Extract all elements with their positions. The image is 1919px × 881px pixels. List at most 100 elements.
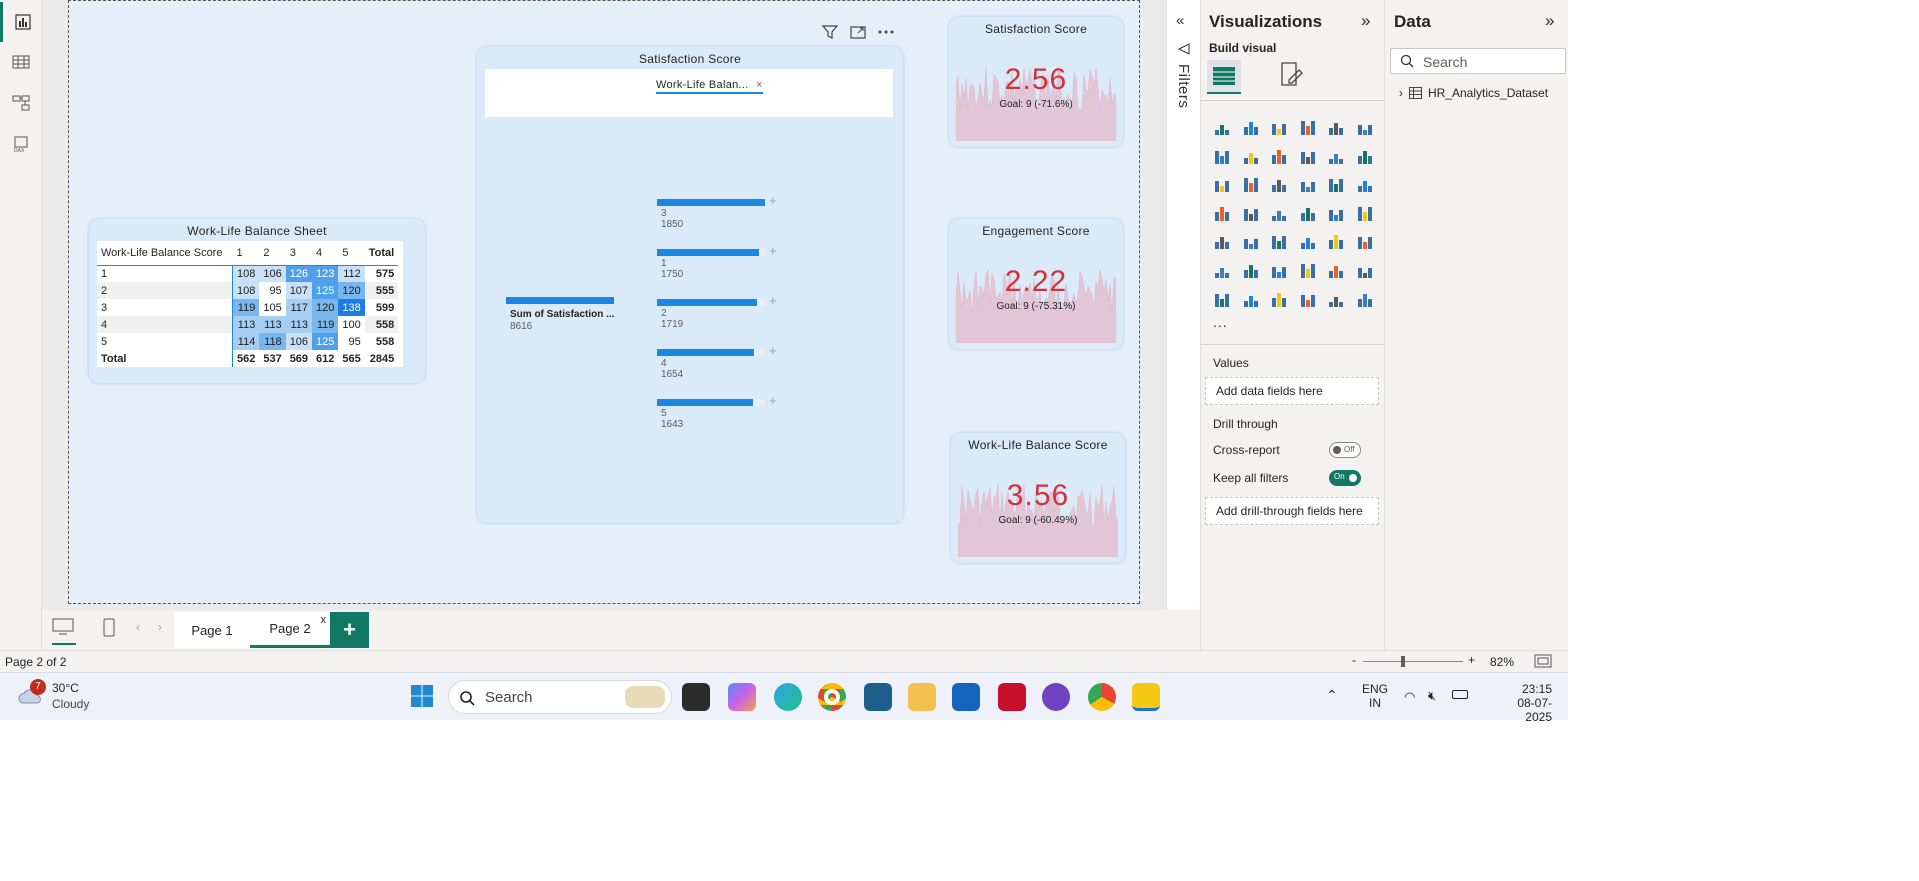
decomposition-tree-icon[interactable] [1268,259,1290,281]
mcafee-icon[interactable] [998,683,1026,711]
multi-row-card-icon[interactable] [1211,230,1233,252]
matrix-row-header[interactable]: 2 [97,282,233,299]
filter-icon[interactable] [821,23,839,44]
waterfall-icon[interactable] [1325,145,1347,167]
donut-icon[interactable] [1354,173,1376,195]
stacked-column-icon[interactable] [1240,116,1262,138]
data-search-input[interactable]: Search [1423,54,1467,70]
kpi-card[interactable]: Work-Life Balance Score 3.56 Goal: 9 (-60.… [951,433,1125,563]
add-page-button[interactable]: + [330,612,369,648]
clustered-bar-icon[interactable] [1268,116,1290,138]
decomp-node-bar[interactable] [657,349,754,356]
funnel-icon[interactable] [1268,173,1290,195]
chevron-right-icon[interactable]: › [1399,86,1403,100]
weather-icon[interactable]: 7 [16,679,46,710]
format-visual-icon[interactable] [1277,60,1305,91]
matrix-cell[interactable]: 100 [338,316,365,333]
matrix-cell[interactable]: 120 [312,299,339,316]
matrix-cell[interactable]: 118 [259,333,286,350]
matrix-cell[interactable]: 125 [312,282,339,299]
clustered-column-icon[interactable] [1297,116,1319,138]
power-automate-icon[interactable] [1268,288,1290,310]
expand-node-icon[interactable]: + [769,243,777,258]
python-icon[interactable] [1211,259,1233,281]
area-icon[interactable] [1240,145,1262,167]
expand-icon[interactable]: » [1361,11,1370,31]
matrix-row-header[interactable]: 3 [97,299,233,316]
scatter-icon[interactable] [1297,173,1319,195]
decomp-node-bar[interactable] [657,299,758,306]
next-page-icon[interactable]: › [158,620,162,634]
file-explorer-icon[interactable] [908,683,936,711]
model-view-icon[interactable] [0,83,42,123]
matrix-column-header[interactable]: 1 [232,241,259,265]
close-icon[interactable]: × [756,79,763,91]
goals-icon[interactable] [1354,288,1376,310]
line-icon[interactable] [1211,145,1233,167]
matrix-cell[interactable]: 106 [259,264,286,282]
collapse-left-icon[interactable]: « [1176,12,1184,29]
kpi-card[interactable]: Satisfaction Score 2.56 Goal: 9 (-71.6%) [949,17,1123,147]
qa-icon[interactable] [1297,259,1319,281]
battery-icon[interactable] [1452,690,1468,699]
values-field-well[interactable]: Add data fields here [1205,377,1379,405]
ribbon-icon[interactable] [1297,145,1319,167]
matrix-row-header[interactable]: 5 [97,333,233,350]
matrix-cell[interactable]: 107 [285,282,313,299]
tab-page-1[interactable]: Page 1 [174,612,250,648]
r-script-icon[interactable] [1354,230,1376,252]
matrix-cell[interactable]: 120 [338,282,365,299]
matrix-cell[interactable]: 113 [232,316,260,333]
task-view-icon[interactable] [682,683,710,711]
decomposition-tree-visual[interactable]: Satisfaction Score Work-Life Balan... × … [477,47,903,523]
matrix-cell[interactable]: 138 [338,299,365,316]
more-visuals[interactable]: ... [1213,314,1228,330]
focus-mode-icon[interactable] [849,23,867,44]
decomp-root-bar[interactable] [506,297,614,304]
edge-icon[interactable] [774,683,802,711]
table-view-icon[interactable] [0,42,42,82]
table-icon[interactable] [1297,230,1319,252]
windows-start-icon[interactable] [410,684,434,711]
decomp-node-bar[interactable] [657,249,760,256]
matrix-cell[interactable]: 106 [285,333,313,350]
decomp-node-bar[interactable] [657,199,765,206]
trophy-icon[interactable] [1354,259,1376,281]
matrix-cell[interactable]: 114 [232,333,260,350]
matrix-cell[interactable]: 105 [259,299,286,316]
matrix-row-header[interactable]: 4 [97,316,233,333]
matrix-column-header[interactable]: 4 [312,241,338,265]
matrix-cell[interactable]: 95 [338,333,365,350]
expand-node-icon[interactable]: + [769,293,777,308]
chrome-icon[interactable] [818,683,846,711]
chrome-profile-icon[interactable] [1088,683,1116,711]
stacked-bar-icon[interactable] [1211,116,1233,138]
mysql-workbench-icon[interactable] [864,683,892,711]
github-desktop-icon[interactable] [1042,683,1070,711]
filter-chip[interactable]: Work-Life Balan... × [656,79,763,94]
cross-report-toggle[interactable]: Off [1329,442,1361,458]
matrix-cell[interactable]: 117 [285,299,313,316]
matrix-cell[interactable]: 126 [285,264,313,282]
decomp-node-bar[interactable] [657,399,753,406]
matrix-cell[interactable]: 108 [232,282,260,299]
language-indicator[interactable]: ENG IN [1362,682,1388,710]
report-view-icon[interactable] [0,2,42,42]
clock[interactable]: 23:15 08-07-2025 [1500,682,1552,724]
zoom-out-button[interactable]: - [1352,653,1356,667]
expand-node-icon[interactable]: + [769,193,777,208]
more-options-icon[interactable] [877,23,895,44]
drill-through-field-well[interactable]: Add drill-through fields here [1205,497,1379,525]
matrix-cell[interactable]: 119 [312,316,339,333]
wifi-icon[interactable]: ◠ [1404,689,1415,705]
power-apps-icon[interactable] [1240,288,1262,310]
matrix-cell[interactable]: 123 [312,264,339,282]
map-icon[interactable] [1240,202,1262,224]
expand-node-icon[interactable]: + [769,343,777,358]
matrix-cell[interactable]: 108 [232,264,260,282]
matrix-visual[interactable]: Work-Life Balance Sheet Work-Life Balanc… [89,219,425,383]
taskbar-search-box[interactable]: Search [448,680,672,714]
tray-chevron-icon[interactable]: ⌃ [1326,687,1338,704]
kpi-card[interactable]: Engagement Score 2.22 Goal: 9 (-75.31%) [949,219,1123,349]
pie-icon[interactable] [1325,173,1347,195]
